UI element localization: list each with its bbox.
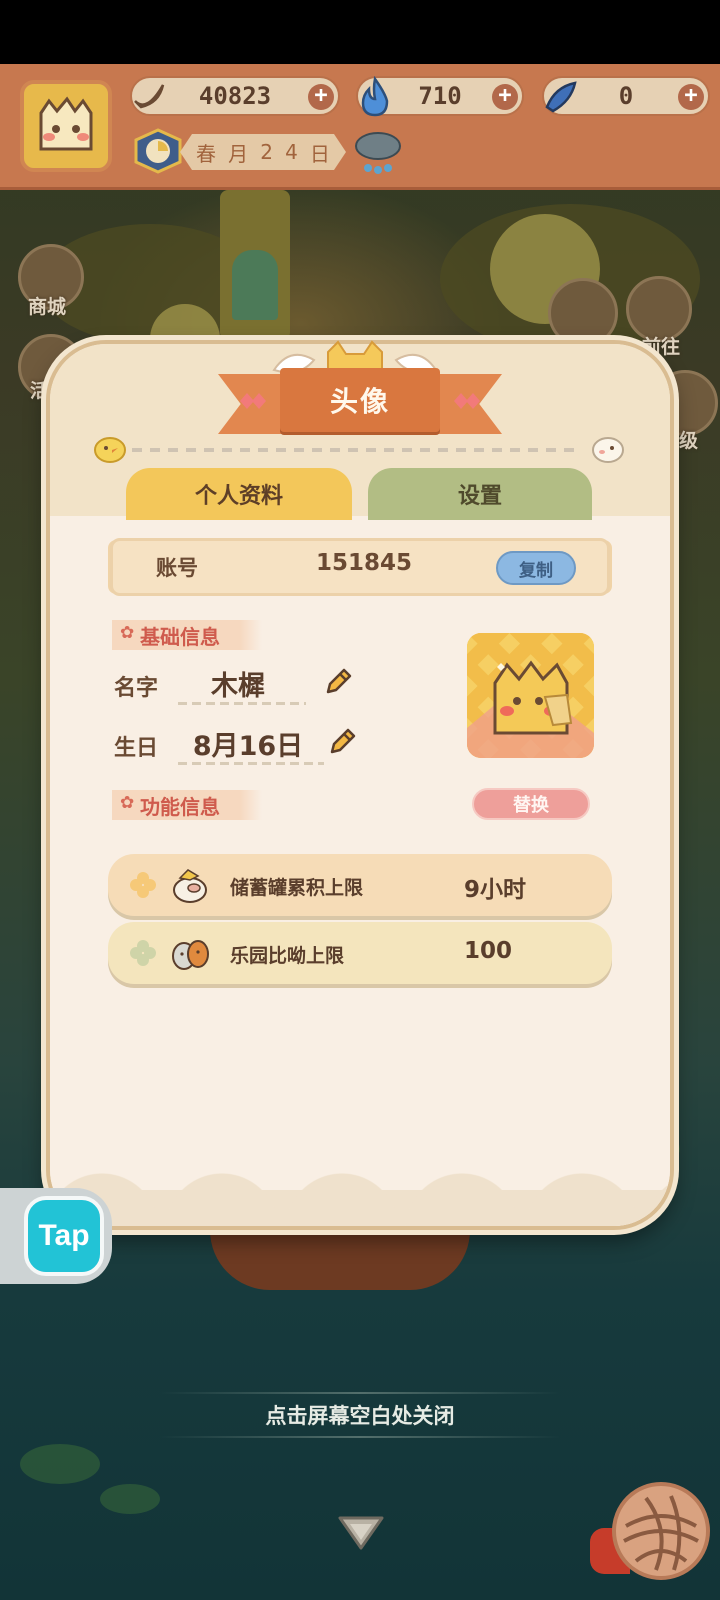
yarn-ball-button[interactable] [612,1482,710,1580]
date-digit-2: 4 [285,140,298,164]
fish-counter: 0 + [542,76,710,116]
tap-floating-button[interactable]: Tap [24,1196,104,1276]
swap-button-label: 替换 [513,795,549,816]
feature-name: 储蓄罐累积上限 [230,877,364,899]
feature-value: 100 [464,938,513,964]
flame-count: 710 [418,82,462,110]
bus-button[interactable] [548,278,618,348]
clover-icon [130,872,156,898]
basic-info-label: 基础信息 [140,624,220,649]
blue-fish-icon [538,72,584,122]
fish-count: 0 [618,82,634,110]
rain-cloud-icon[interactable] [350,128,406,176]
piggy-bank-icon [173,869,207,903]
toast-cat-avatar-icon [467,633,594,758]
toast-cat-avatar-icon [39,96,93,151]
birthday-underline [178,762,324,765]
account-label: 账号 [156,556,198,580]
date-month: 月 [228,141,249,166]
feature-info-label: 功能信息 [140,794,220,819]
hint-divider-top [160,1392,560,1394]
feature-name: 乐园比呦上限 [230,945,345,967]
add-banana-button[interactable]: + [308,84,334,110]
yarn-ball-icon [623,1495,699,1571]
tab-settings-label: 设置 [457,484,502,509]
shop-label: 商城 [28,296,67,318]
diamond-deco-icon [240,393,266,409]
name-value: 木樨 [211,671,265,702]
basic-info-section-tag: ✿ 基础信息 [112,620,262,650]
feature-info-section-tag: ✿ 功能信息 [112,790,262,820]
tab-profile-label: 个人资料 [194,484,283,509]
clover-bullet-icon: ✿ [120,623,135,643]
birthday-label: 生日 [114,736,159,761]
status-bar [0,0,720,64]
pets-icon [172,940,209,970]
season-clock-icon[interactable] [128,128,188,174]
hud-scallop-edge [0,176,720,196]
banana-count: 40823 [198,82,272,110]
yellow-chick-icon [94,437,126,463]
calendar-date: 春 月 2 4 日 [180,134,346,170]
flame-counter: 710 + [356,75,524,117]
add-fish-button[interactable]: + [678,84,704,110]
feature-row: 乐园比呦上限 100 [108,922,612,984]
chevron-down-icon[interactable] [336,1512,386,1552]
blue-flame-icon [352,72,398,122]
player-avatar-button[interactable] [20,80,112,172]
tab-profile[interactable]: 个人资料 [126,468,352,520]
account-id: 151845 [316,550,413,576]
copy-account-button[interactable]: 复制 [496,551,576,585]
dialog-wave-decoration [50,1154,670,1226]
edit-birthday-pencil-icon[interactable] [326,726,358,758]
diamond-deco-icon [454,393,480,409]
current-avatar[interactable] [467,633,594,758]
white-chick-icon [592,437,624,463]
date-day: 日 [309,141,330,166]
tap-label: Tap [38,1219,90,1252]
feature-value: 9小时 [464,877,527,903]
feature-row: 储蓄罐累积上限 9小时 [108,854,612,916]
name-underline [178,702,306,705]
swap-avatar-button[interactable]: 替换 [472,788,590,820]
clover-icon [130,940,156,966]
clover-bullet-icon: ✿ [120,793,135,813]
tower-door [232,250,278,320]
dialog-title: 头像 [280,368,440,432]
add-flame-button[interactable]: + [492,84,518,110]
birthday-value: 8月16日 [192,731,304,762]
date-season: 春 [196,141,217,166]
date-digit-1: 2 [260,140,273,164]
copy-button-label: 复制 [519,560,553,581]
hint-divider-bottom [160,1436,560,1438]
close-hint: 点击屏幕空白处关闭 [265,1404,455,1428]
banana-counter: 40823 + [130,76,340,116]
edit-name-pencil-icon[interactable] [322,666,354,698]
boat [210,1230,470,1290]
dashed-divider [132,448,582,452]
name-label: 名字 [114,676,159,701]
tab-settings[interactable]: 设置 [368,468,592,520]
banana-icon [126,72,172,122]
